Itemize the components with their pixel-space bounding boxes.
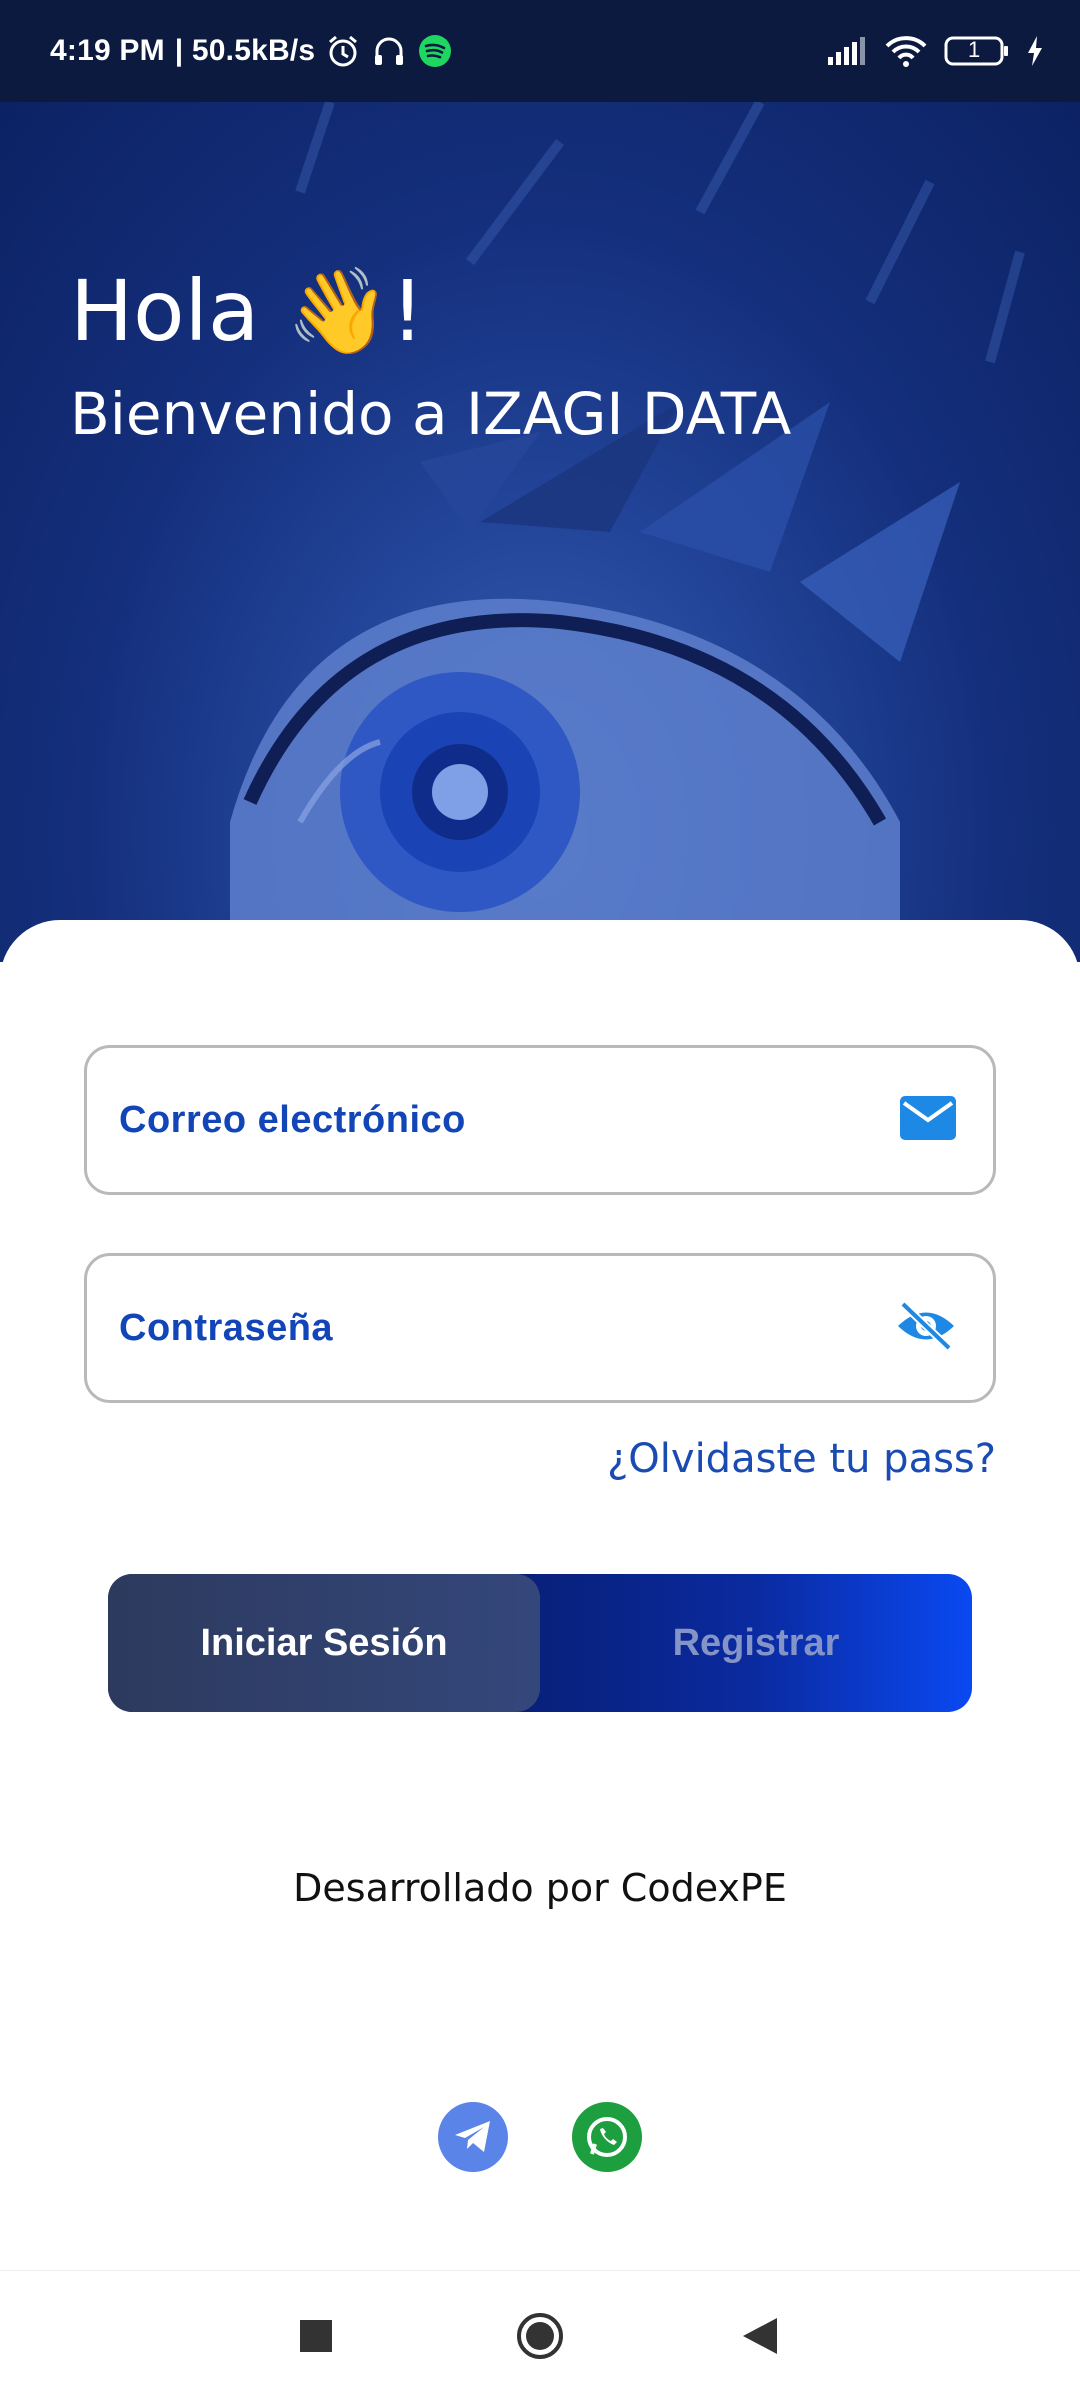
alarm-icon (325, 33, 361, 69)
email-label: Correo electrónico (119, 1098, 466, 1141)
developer-credits: Desarrollado por CodexPE (293, 1866, 787, 1910)
signal-icon (826, 35, 868, 67)
whatsapp-icon[interactable] (572, 2102, 642, 2172)
password-field[interactable]: Contraseña (84, 1253, 996, 1403)
status-left: 4:19 PM | 50.5kB/s (50, 33, 453, 69)
password-label: Contraseña (119, 1306, 334, 1349)
eye-off-icon[interactable] (895, 1299, 957, 1358)
auth-toggle: Iniciar Sesión Registrar (108, 1574, 972, 1712)
forgot-password-link[interactable]: ¿Olvidaste tu pass? (607, 1436, 996, 1482)
status-bar: 4:19 PM | 50.5kB/s 1 (0, 0, 1080, 102)
greeting-heading: Hola 👋! (70, 262, 425, 360)
status-right: 1 (826, 34, 1044, 68)
square-icon (300, 2320, 332, 2352)
telegram-icon[interactable] (438, 2102, 508, 2172)
system-nav-bar (0, 2270, 1080, 2401)
register-tab-button[interactable]: Registrar (540, 1574, 972, 1712)
login-tab-button[interactable]: Iniciar Sesión (108, 1574, 540, 1712)
welcome-subtitle: Bienvenido a IZAGI DATA (70, 380, 792, 448)
status-time: 4:19 PM (50, 34, 165, 67)
home-button[interactable] (500, 2296, 580, 2376)
hero-anime-eye-art (230, 102, 1025, 962)
wifi-icon (884, 34, 928, 68)
mail-icon (899, 1095, 957, 1146)
headphones-icon (371, 33, 407, 69)
battery-level: 1 (968, 37, 981, 62)
spotify-icon (417, 33, 453, 69)
back-button[interactable] (720, 2296, 800, 2376)
triangle-back-icon (743, 2318, 777, 2354)
circle-icon (517, 2313, 563, 2359)
recents-button[interactable] (276, 2296, 356, 2376)
status-net-speed: | 50.5kB/s (174, 34, 316, 67)
hero-banner: Hola 👋! Bienvenido a IZAGI DATA (0, 102, 1080, 962)
battery-icon: 1 (944, 35, 1010, 67)
email-field[interactable]: Correo electrónico (84, 1045, 996, 1195)
charging-icon (1026, 35, 1044, 67)
